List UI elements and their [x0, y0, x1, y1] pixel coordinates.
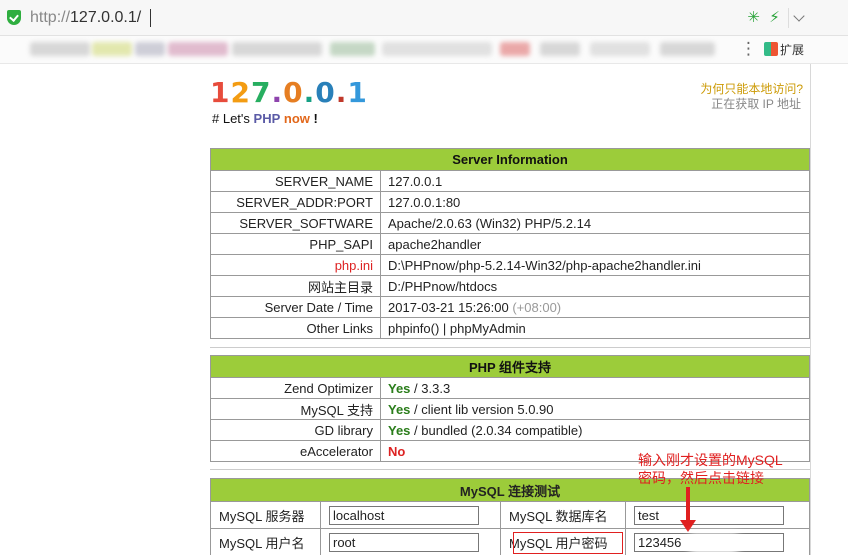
blurred-bookmark [540, 42, 580, 56]
mysql-server-input[interactable]: localhost [329, 505, 479, 525]
logo-char: . [303, 76, 316, 109]
table-row: GD library Yes / bundled (2.0.34 compatib… [210, 419, 810, 441]
table-row: Zend Optimizer Yes / 3.3.3 [210, 377, 810, 399]
blurred-bookmark [135, 42, 165, 56]
logo-char: 1 [347, 76, 368, 109]
mysql-user-input[interactable]: root [329, 532, 479, 552]
blurred-bookmark [590, 42, 650, 56]
table-row: PHP_SAPI apache2handler [210, 233, 810, 255]
table-row: php.ini D:\PHPnow/php-5.2.14-Win32/php-ap… [210, 254, 810, 276]
logo-char: 1 [210, 76, 231, 109]
lightning-icon[interactable]: ⚡ [766, 9, 783, 26]
logo-char: . [335, 76, 348, 109]
annotation-highlight-box [513, 532, 623, 554]
page-edge-rule [810, 64, 811, 555]
table-row: SERVER_NAME 127.0.0.1 [210, 170, 810, 192]
text-cursor [150, 9, 151, 27]
annotation-text: 输入刚才设置的MySQL 密码，然后点击链接 [638, 452, 783, 486]
table-row: Other Links phpinfo() | phpMyAdmin [210, 317, 810, 339]
mysql-dbname-input[interactable]: test [634, 505, 784, 525]
extensions-icon [764, 42, 778, 56]
section-title: Server Information [210, 148, 810, 171]
server-info-table: Server Information SERVER_NAME 127.0.0.1 … [210, 148, 810, 339]
chevron-down-icon[interactable] [788, 8, 808, 28]
address-bar[interactable]: http://127.0.0.1/ ✳ ⚡ [0, 0, 848, 36]
ip-status-text: 正在获取 IP 地址 [711, 97, 801, 111]
phpinfo-link[interactable]: phpinfo() [388, 321, 439, 336]
url-text[interactable]: http://127.0.0.1/ [30, 9, 141, 27]
blurred-bookmark [382, 42, 492, 56]
blurred-bookmark [232, 42, 322, 56]
divider [210, 347, 810, 348]
tagline: # Let's PHP now ! [212, 111, 318, 126]
refresh-icon[interactable]: ✳ [745, 9, 762, 26]
table-row: SERVER_ADDR:PORT 127.0.0.1:80 [210, 191, 810, 213]
blurred-bookmark [660, 42, 715, 56]
php-components-table: PHP 组件支持 Zend Optimizer Yes / 3.3.3 MySQL… [210, 355, 810, 462]
blurred-bookmark [330, 42, 375, 56]
phpmyadmin-link[interactable]: phpMyAdmin [450, 321, 526, 336]
logo-char: 0 [283, 76, 304, 109]
logo-char: . [271, 76, 284, 109]
logo-char: 7 [250, 76, 272, 109]
blurred-bookmark [92, 42, 132, 56]
blurred-bookmark [500, 42, 530, 56]
table-row: 网站主目录 D:/PHPnow/htdocs [210, 275, 810, 297]
site-logo-title: 127.0.0.1 [210, 76, 368, 109]
table-row: SERVER_SOFTWARE Apache/2.0.63 (Win32) PHP… [210, 212, 810, 234]
bookmarks-bar: ⋮ 扩展 [0, 36, 848, 64]
arrow-head-icon [680, 520, 696, 532]
logo-char: 2 [230, 76, 251, 109]
mouse-cursor-icon [690, 533, 738, 555]
php-ini-link[interactable]: php.ini [210, 254, 381, 276]
table-row: MySQL 支持 Yes / client lib version 5.0.90 [210, 398, 810, 420]
shield-icon [7, 10, 21, 25]
blurred-bookmark [30, 42, 90, 56]
more-icon[interactable]: ⋮ [740, 39, 757, 59]
extensions-button[interactable]: 扩展 [764, 41, 804, 58]
blurred-bookmark [168, 42, 228, 56]
table-row: MySQL 服务器 localhost MySQL 数据库名 test [210, 501, 810, 529]
logo-char: 0 [315, 76, 336, 109]
section-title: PHP 组件支持 [210, 355, 810, 378]
table-row: Server Date / Time 2017-03-21 15:26:00 (+… [210, 296, 810, 318]
